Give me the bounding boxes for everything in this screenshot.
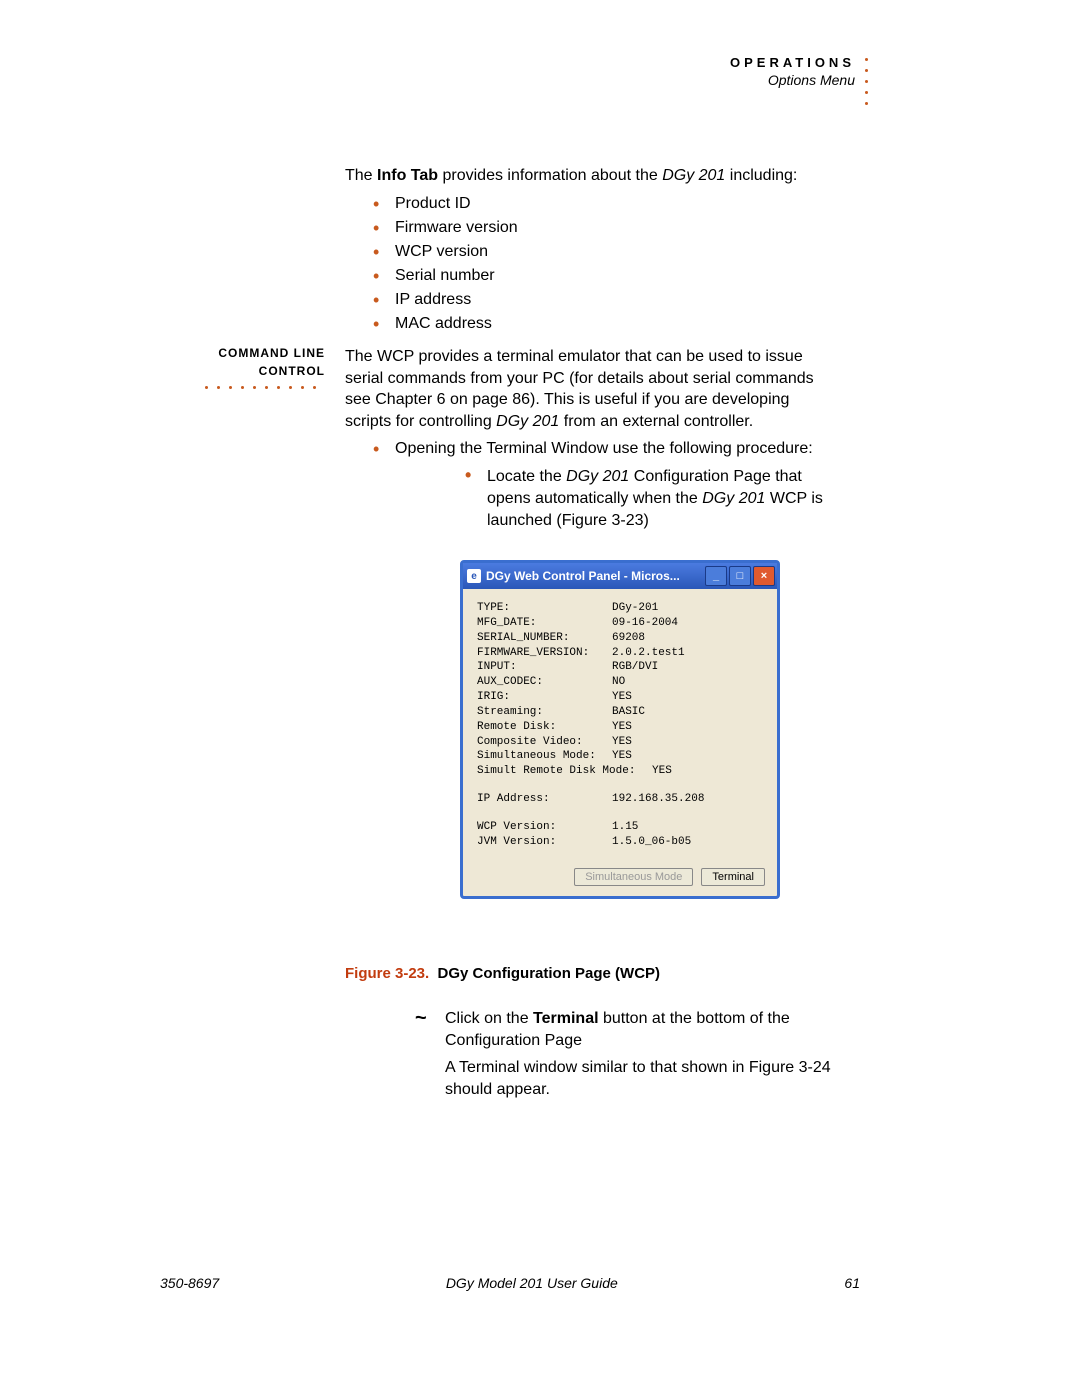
list-item: Firmware version [373, 219, 825, 237]
list-item: Product ID [373, 195, 825, 213]
maximize-button[interactable]: □ [729, 566, 751, 586]
list-item: Opening the Terminal Window use the foll… [373, 440, 835, 531]
terminal-button[interactable]: Terminal [701, 868, 765, 886]
info-list: Product ID Firmware version WCP version … [373, 195, 825, 333]
window-favicon-icon: e [467, 569, 481, 583]
list-item: MAC address [373, 315, 825, 333]
list-item: IP address [373, 291, 825, 309]
header-dots [865, 58, 868, 105]
page-footer: 350-8697 DGy Model 201 User Guide 61 [160, 1275, 860, 1291]
sub-list-item: Click on the Terminal button at the bott… [415, 1008, 840, 1100]
sidebar-heading: COMMAND LINE CONTROL [195, 346, 325, 378]
window-footer: Simultaneous Mode Terminal [463, 860, 777, 896]
minimize-button[interactable]: _ [705, 566, 727, 586]
page: OPERATIONS Options Menu The Info Tab pro… [0, 0, 1080, 1397]
window-titlebar: e DGy Web Control Panel - Micros... _ □ … [463, 563, 777, 589]
intro-paragraph: The Info Tab provides information about … [345, 165, 825, 187]
sidebar-dots [205, 386, 316, 389]
footer-left: 350-8697 [160, 1275, 219, 1291]
section2-paragraph: The WCP provides a terminal emulator tha… [345, 346, 835, 432]
main-intro: The Info Tab provides information about … [345, 165, 825, 353]
window-body: TYPE:DGy-201 MFG_DATE:09-16-2004 SERIAL_… [463, 589, 777, 860]
footer-page-number: 61 [844, 1275, 860, 1291]
header-section: OPERATIONS [730, 55, 855, 70]
footer-center: DGy Model 201 User Guide [446, 1275, 618, 1291]
window-title: DGy Web Control Panel - Micros... [486, 569, 680, 583]
page-header: OPERATIONS Options Menu [730, 55, 855, 88]
window-controls: _ □ × [705, 566, 775, 586]
list-item: Serial number [373, 267, 825, 285]
simultaneous-mode-button[interactable]: Simultaneous Mode [574, 868, 693, 886]
list-item: WCP version [373, 243, 825, 261]
sub-list-item: Locate the DGy 201 Configuration Page th… [465, 466, 835, 531]
header-subsection: Options Menu [730, 72, 855, 88]
sub-procedure-list-2: Click on the Terminal button at the bott… [415, 1008, 840, 1100]
figure-caption: Figure 3-23. DGy Configuration Page (WCP… [345, 965, 660, 982]
sub-procedure-list: Locate the DGy 201 Configuration Page th… [465, 466, 835, 531]
command-line-section: The WCP provides a terminal emulator tha… [345, 346, 835, 551]
sub-result-text: A Terminal window similar to that shown … [445, 1057, 840, 1100]
procedure-list: Opening the Terminal Window use the foll… [373, 440, 835, 531]
after-figure-text: Click on the Terminal button at the bott… [415, 1000, 840, 1110]
config-window: e DGy Web Control Panel - Micros... _ □ … [460, 560, 780, 899]
close-button[interactable]: × [753, 566, 775, 586]
